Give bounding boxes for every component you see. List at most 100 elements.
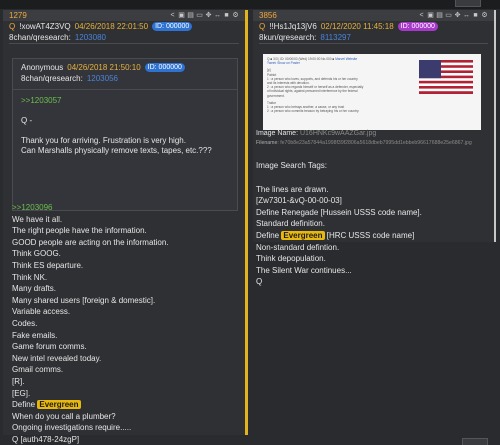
- move-icon[interactable]: ✥: [205, 12, 212, 19]
- quote-body: >>1203057 Q - Thank you for arriving. Fr…: [13, 96, 237, 156]
- board-name: 8kun/qresearch:: [259, 33, 317, 42]
- reply-link[interactable]: >>1203096: [12, 202, 242, 214]
- post-body: >>1203096 We have it all. The right peop…: [12, 202, 242, 445]
- move-icon[interactable]: ✥: [454, 12, 461, 19]
- delete-icon[interactable]: ■: [223, 12, 230, 19]
- image-name-label: Image Name:: [256, 130, 299, 137]
- body-line: Define Renegade [Hussein USSS code name]…: [256, 207, 422, 217]
- us-flag-icon: [419, 60, 473, 94]
- settings-icon[interactable]: ⚙: [481, 12, 488, 19]
- quoted-post: Anonymous 04/26/2018 21:50:10 ID: 000000…: [12, 58, 238, 211]
- q-label: Q: [259, 22, 266, 31]
- post-number: 1279: [9, 11, 27, 20]
- post-header: 1279 < ▣ ▤ ▭ ✥ ↔ ■ ⚙: [3, 10, 245, 21]
- expand-icon[interactable]: ↔: [214, 12, 221, 19]
- body-line: Think depopulation.: [256, 254, 326, 264]
- body-line: When do you call a plumber?: [12, 411, 116, 421]
- body-line: [Zw7301-&vQ-00-00-03]: [256, 196, 342, 206]
- image-tags: Image Search Tags:: [256, 161, 328, 170]
- define-line: Define Evergreen: [12, 399, 242, 411]
- save-icon[interactable]: ▣: [427, 12, 434, 19]
- tripcode: !!Hs1Jq13jV6: [269, 22, 317, 31]
- delete-icon[interactable]: ■: [472, 12, 479, 19]
- body-line: Fake emails.: [12, 330, 58, 340]
- body-line: Codes.: [12, 318, 38, 328]
- quote-meta: Anonymous 04/26/2018 21:50:10 ID: 000000: [13, 63, 237, 72]
- quote-line: Q -: [21, 116, 33, 125]
- id-badge[interactable]: ID: 000000: [152, 22, 193, 31]
- top-bar: [0, 0, 500, 9]
- body-line: The lines are drawn.: [256, 184, 329, 194]
- body-line: Ongoing investigations require.....: [12, 423, 132, 433]
- post-card-3856: 3856 < ▣ ▤ ▭ ✥ ↔ ■ ⚙ Q !!Hs1Jq13jV6 02/1…: [253, 10, 496, 286]
- quote-board-row: 8chan/qresearch: 1203056: [13, 74, 237, 83]
- post-card-1279: 1279 < ▣ ▤ ▭ ✥ ↔ ■ ⚙ Q !xowAT4Z3VQ 04/26…: [3, 10, 248, 444]
- quote-reply-link[interactable]: >>1203057: [21, 96, 229, 106]
- quote-id-badge[interactable]: ID: 000000: [144, 63, 185, 72]
- post-image[interactable]: Q ■ 3/3 | ID: 00/00/00 (Wed) 19:00:00 No…: [263, 54, 481, 130]
- post-date: 02/12/2020 11:45:18: [320, 22, 394, 31]
- signature-line: Q: [256, 277, 263, 287]
- image-name-row: Image Name: U16HNKc9wAAZGar.jpg: [256, 130, 376, 137]
- body-line: The Silent War continues...: [256, 265, 352, 275]
- highlight-term: Evergreen: [37, 400, 81, 410]
- define-prefix: Define: [12, 400, 36, 410]
- body-line: Many drafts.: [12, 284, 57, 294]
- post-link[interactable]: 8113297: [320, 33, 351, 42]
- quote-author: Anonymous: [21, 63, 64, 72]
- quote-divider: [13, 89, 237, 90]
- share-icon[interactable]: <: [418, 12, 425, 19]
- post-meta: Q !!Hs1Jq13jV6 02/12/2020 11:45:18 ID: 0…: [253, 21, 494, 32]
- doc-icon[interactable]: ▭: [196, 12, 203, 19]
- q-label: Q: [9, 22, 16, 31]
- quote-line: Can Marshalls physically remove texts, t…: [21, 146, 212, 155]
- share-icon[interactable]: <: [169, 12, 176, 19]
- post-link[interactable]: 1203080: [75, 33, 106, 42]
- body-line: The right people have the information.: [12, 226, 147, 236]
- save-icon[interactable]: ▣: [178, 12, 185, 19]
- body-line: We have it all.: [12, 214, 63, 224]
- settings-icon[interactable]: ⚙: [232, 12, 239, 19]
- post-body: Image Search Tags: The lines are drawn. …: [256, 160, 492, 288]
- expand-icon[interactable]: ↔: [463, 12, 470, 19]
- image-icon[interactable]: ▤: [187, 12, 194, 19]
- id-badge[interactable]: ID: 000000: [397, 22, 438, 31]
- post-date: 04/26/2018 22:01:50: [74, 22, 149, 31]
- body-line: Gmail comms.: [12, 365, 64, 375]
- body-line: Think ES departure.: [12, 260, 84, 270]
- body-line: GOOD people are acting on the informatio…: [12, 237, 169, 247]
- tripcode: !xowAT4Z3VQ: [19, 22, 71, 31]
- define-suffix: [HRC USSS code name]: [326, 230, 415, 240]
- doc-icon[interactable]: ▭: [445, 12, 452, 19]
- define-prefix: Define: [256, 230, 280, 240]
- filename[interactable]: fe70b8e23a57844a1998f39f2806a5618dbeb799…: [280, 140, 472, 146]
- post-board: 8kun/qresearch: 8113297: [253, 32, 494, 43]
- filename-label: Filename:: [256, 140, 279, 146]
- divider: [9, 43, 239, 44]
- post-header: 3856 < ▣ ▤ ▭ ✥ ↔ ■ ⚙: [253, 10, 494, 21]
- body-line: [EG].: [12, 388, 31, 398]
- body-line: Think NK.: [12, 272, 48, 282]
- body-line: [R].: [12, 376, 25, 386]
- filename-row: Filename: fe70b8e23a57844a1998f39f2806a5…: [256, 140, 472, 146]
- highlight-term: Evergreen: [281, 230, 325, 240]
- body-line: Think GOOG.: [12, 249, 61, 259]
- topbar-button[interactable]: [455, 0, 481, 7]
- body-line: Game forum comms.: [12, 342, 87, 352]
- post-meta: Q !xowAT4Z3VQ 04/26/2018 22:01:50 ID: 00…: [3, 21, 245, 32]
- quote-board: 8chan/qresearch:: [21, 74, 83, 83]
- image-icon[interactable]: ▤: [436, 12, 443, 19]
- define-line: Define Evergreen [HRC USSS code name]: [256, 230, 492, 242]
- board-name: 8chan/qresearch:: [9, 33, 71, 42]
- signature-line: Q [auth478-24zgP]: [12, 434, 80, 444]
- image-name[interactable]: U16HNKc9wAAZGar.jpg: [300, 130, 376, 137]
- post-board: 8chan/qresearch: 1203080: [3, 32, 245, 43]
- body-line: Standard definition.: [256, 219, 325, 229]
- quote-post-link[interactable]: 1203056: [87, 74, 118, 83]
- body-line: Variable access.: [12, 307, 71, 317]
- body-line: Non-standard defintion.: [256, 242, 340, 252]
- post-toolbar: < ▣ ▤ ▭ ✥ ↔ ■ ⚙: [169, 12, 239, 19]
- body-line: Many shared users [foreign & domestic].: [12, 295, 156, 305]
- image-caption: Q ■ 3/3 | ID: 00/00/00 (Wed) 19:00:00 No…: [267, 57, 393, 113]
- divider: [259, 43, 488, 44]
